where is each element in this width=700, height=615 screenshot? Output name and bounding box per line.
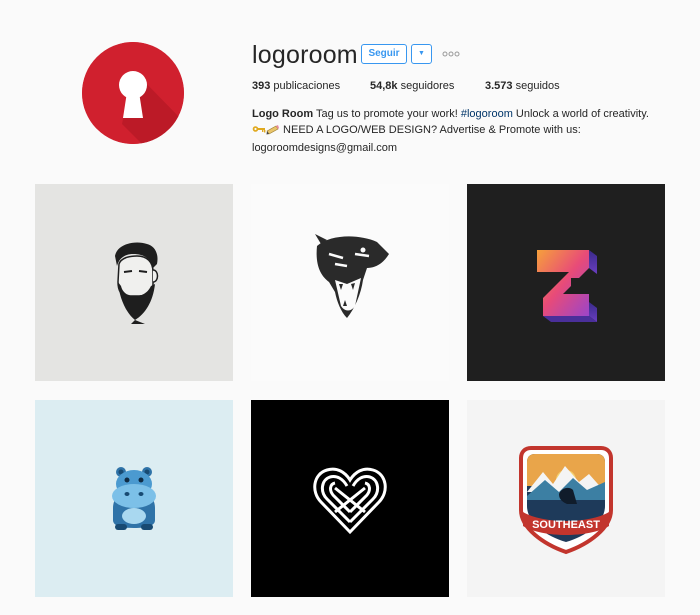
bio-text-1-tail: Unlock a world of creativity. [512, 108, 649, 120]
letter-z-gradient-icon [467, 184, 665, 381]
posts-label: publicaciones [270, 80, 341, 92]
southeast-badge-icon: SOUTHEAST [467, 400, 665, 597]
bio-line-1: Logo Room Tag us to promote your work! #… [252, 106, 672, 122]
post-tile[interactable] [35, 184, 233, 381]
follow-button[interactable]: Seguir [361, 44, 407, 64]
knot-heart-icon [251, 400, 449, 597]
following-stat[interactable]: 3.573 seguidos [485, 80, 560, 92]
suggestions-dropdown-button[interactable]: ▼ [411, 44, 432, 64]
badge-text: SOUTHEAST [532, 519, 600, 531]
post-tile[interactable] [251, 400, 449, 597]
followers-stat[interactable]: 54,8k seguidores [370, 80, 454, 92]
following-count: 3.573 [485, 80, 513, 92]
bio-text-1: Tag us to promote your work! [313, 108, 461, 120]
profile-bio: Logo Room Tag us to promote your work! #… [252, 106, 672, 156]
pencil-emoji-icon [266, 123, 280, 140]
post-tile[interactable] [467, 184, 665, 381]
profile-username: logoroom [252, 41, 358, 69]
posts-count-stat: 393 publicaciones [252, 80, 340, 92]
bio-text-2: NEED A LOGO/WEB DESIGN? Advertise & Prom… [280, 124, 581, 136]
key-emoji-icon [252, 123, 266, 140]
post-tile[interactable]: SOUTHEAST [467, 400, 665, 597]
chevron-down-icon: ▼ [418, 50, 425, 57]
hippo-icon [35, 400, 233, 597]
keyhole-icon [82, 42, 184, 144]
posts-count: 393 [252, 80, 271, 92]
hashtag-link[interactable]: #logoroom [461, 108, 513, 120]
roaring-panther-icon [251, 184, 449, 381]
bio-email: logoroomdesigns@gmail.com [252, 142, 398, 154]
more-options-button[interactable] [441, 46, 461, 62]
profile-page: logoroom Seguir ▼ 393 publicaciones 54,8… [0, 0, 700, 615]
followers-count: 54,8k [370, 80, 398, 92]
avatar[interactable] [82, 42, 184, 144]
post-tile[interactable] [251, 184, 449, 381]
ellipsis-icon [442, 51, 460, 57]
bearded-man-icon [35, 184, 233, 381]
following-label: seguidos [512, 80, 560, 92]
post-tile[interactable] [35, 400, 233, 597]
followers-label: seguidores [397, 80, 455, 92]
bio-full-name: Logo Room [252, 108, 314, 120]
bio-line-2: NEED A LOGO/WEB DESIGN? Advertise & Prom… [252, 122, 672, 140]
